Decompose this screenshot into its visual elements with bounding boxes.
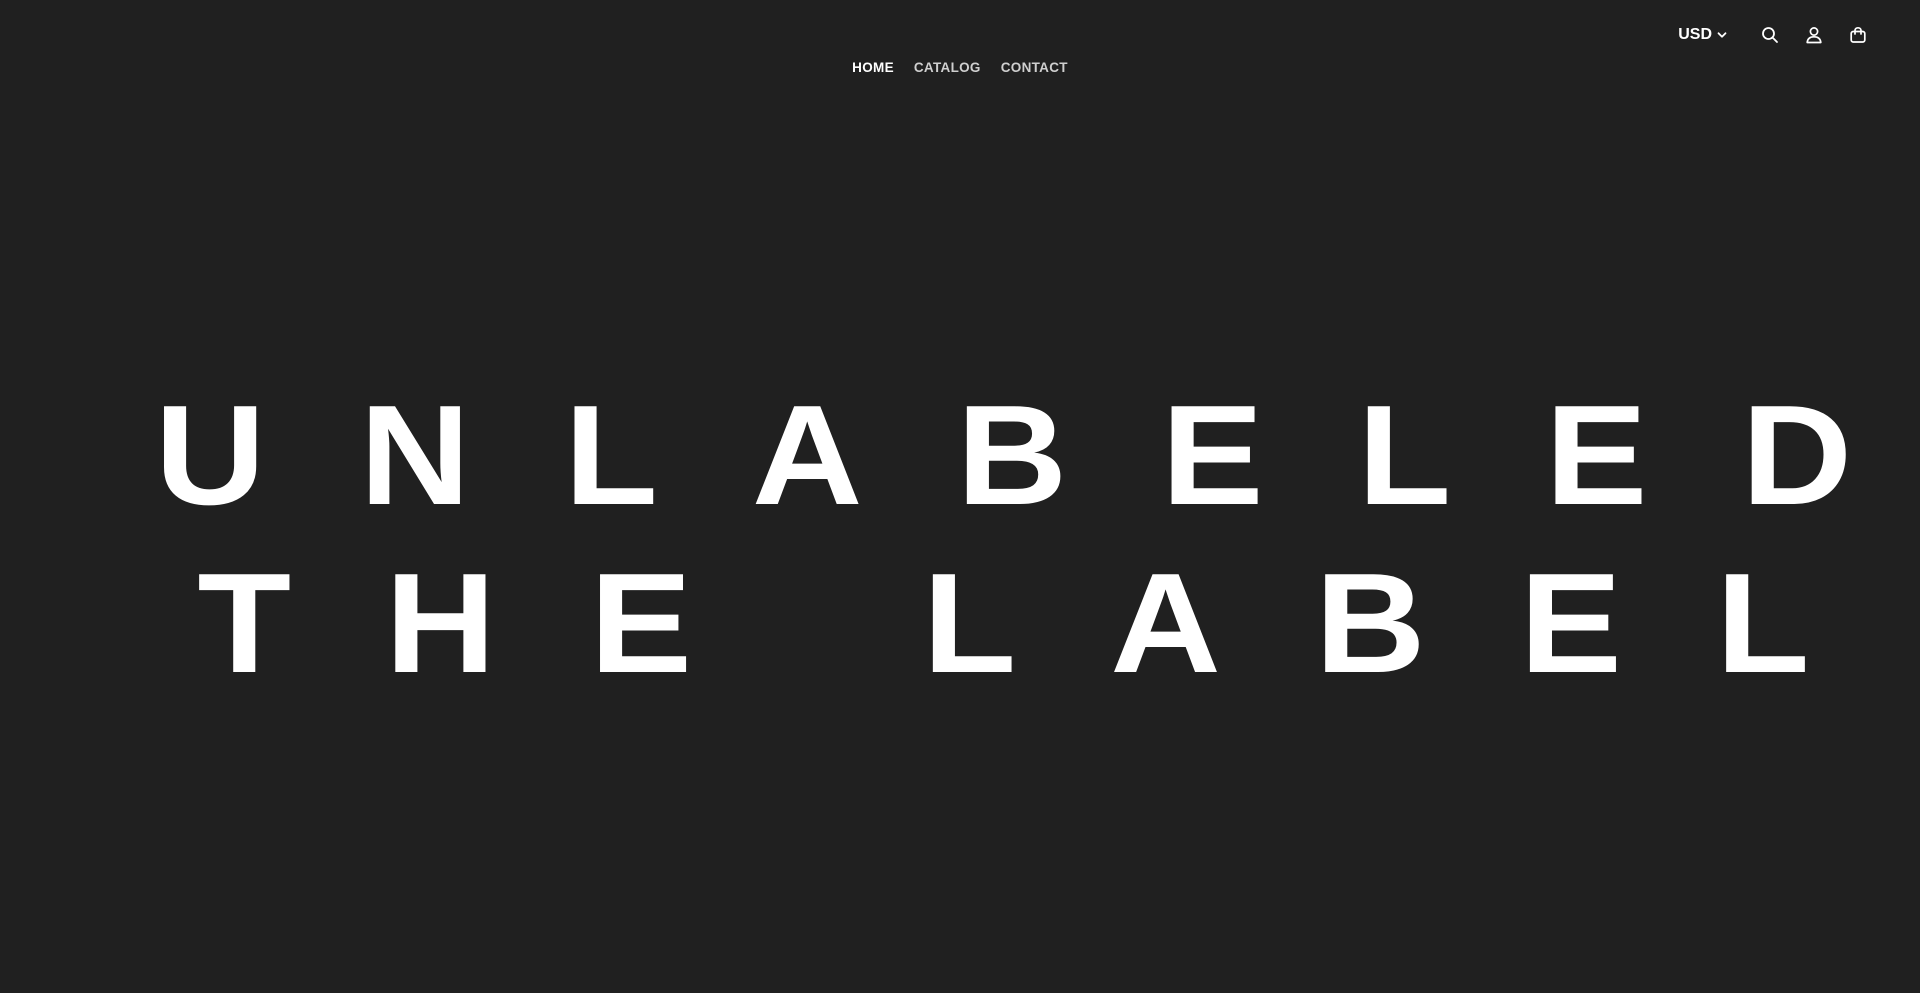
nav-item-contact[interactable]: CONTACT bbox=[1001, 60, 1068, 75]
search-button[interactable] bbox=[1748, 20, 1792, 50]
page: USD HOME CATALOG CONTACT UNLABELED THE L… bbox=[0, 0, 1920, 993]
nav-item-home[interactable]: HOME bbox=[852, 60, 894, 75]
cart-icon bbox=[1850, 26, 1866, 43]
search-icon bbox=[1762, 27, 1778, 43]
header-utilities: USD bbox=[1678, 20, 1880, 50]
hero-title-line-1: UNLABELED bbox=[154, 376, 1920, 535]
currency-label: USD bbox=[1678, 26, 1712, 43]
account-icon bbox=[1806, 27, 1822, 44]
currency-selector[interactable]: USD bbox=[1678, 26, 1728, 44]
nav-item-catalog[interactable]: CATALOG bbox=[914, 60, 981, 75]
chevron-down-icon bbox=[1717, 32, 1727, 38]
main-nav: HOME CATALOG CONTACT bbox=[0, 60, 1920, 75]
account-button[interactable] bbox=[1792, 20, 1836, 50]
cart-button[interactable] bbox=[1836, 20, 1880, 50]
hero-title-line-2: THE LABEL bbox=[197, 544, 1904, 703]
